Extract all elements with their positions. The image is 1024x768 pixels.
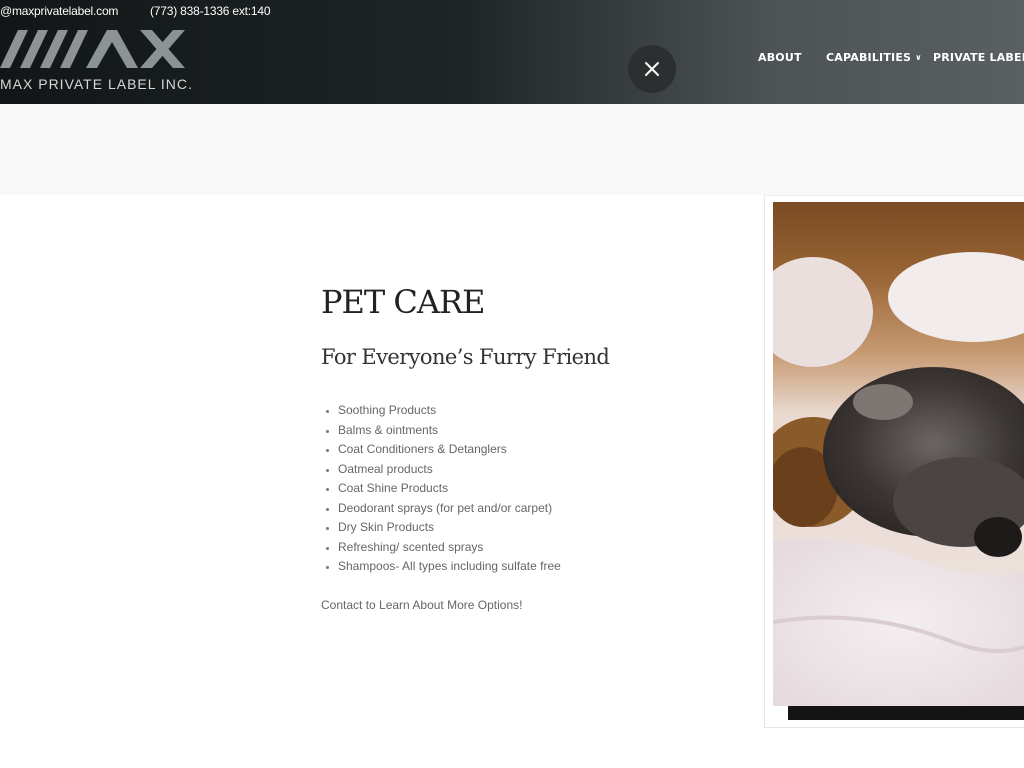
nav-about[interactable]: ABOUT <box>758 51 802 64</box>
nav-private-label[interactable]: PRIVATE LABEL <box>933 51 1024 64</box>
company-name: MAX PRIVATE LABEL INC. <box>0 76 193 92</box>
chevron-down-icon: ∨ <box>915 53 922 62</box>
sleeping-dog-image <box>773 202 1024 706</box>
list-item: Refreshing/ scented sprays <box>338 539 561 559</box>
phone-link[interactable]: (773) 838-1336 ext:140 <box>150 4 271 18</box>
page-subtitle: For Everyone’s Furry Friend <box>321 345 610 369</box>
list-item: Oatmeal products <box>338 461 561 481</box>
company-logo[interactable]: MAX PRIVATE LABEL INC. <box>0 28 193 94</box>
feature-list: Soothing Products Balms & ointments Coat… <box>321 402 561 578</box>
page-title: PET CARE <box>321 283 485 321</box>
list-item: Coat Conditioners & Detanglers <box>338 441 561 461</box>
list-item: Soothing Products <box>338 402 561 422</box>
list-item: Coat Shine Products <box>338 480 561 500</box>
page-banner-band <box>0 104 1024 195</box>
close-button[interactable] <box>628 45 676 93</box>
list-item: Balms & ointments <box>338 422 561 442</box>
list-item: Shampoos- All types including sulfate fr… <box>338 558 561 578</box>
site-header: @maxprivatelabel.com (773) 838-1336 ext:… <box>0 0 1024 104</box>
nav-capabilities[interactable]: CAPABILITIES ∨ <box>826 51 922 64</box>
list-item: Deodorant sprays (for pet and/or carpet) <box>338 500 561 520</box>
contact-note: Contact to Learn About More Options! <box>321 598 523 612</box>
max-logo-mark <box>0 30 185 68</box>
photo-caption-bar <box>788 706 1024 720</box>
email-link[interactable]: @maxprivatelabel.com <box>0 4 118 18</box>
dog-photo <box>773 202 1024 706</box>
close-icon <box>645 62 659 76</box>
list-item: Dry Skin Products <box>338 519 561 539</box>
nav-capabilities-label: CAPABILITIES <box>826 51 912 64</box>
